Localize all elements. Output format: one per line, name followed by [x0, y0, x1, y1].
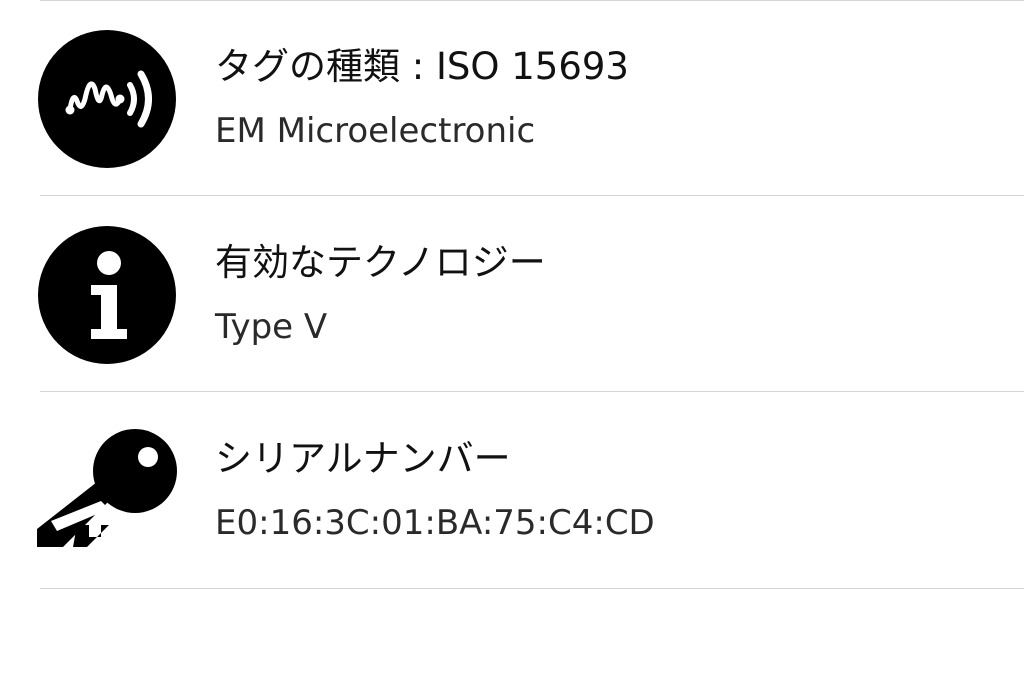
info-icon: [37, 225, 177, 365]
row-title: シリアルナンバー: [215, 437, 511, 480]
row-technology[interactable]: 有効なテクノロジー Type V: [0, 196, 1024, 391]
row-serial-number[interactable]: シリアルナンバー E0:16:3C:01:BA:75:C4:CD: [0, 392, 1024, 587]
nfc-wave-icon: [37, 29, 177, 169]
row-value: EM Microelectronic: [215, 111, 536, 151]
row-value: Type V: [215, 307, 328, 347]
divider: [40, 588, 1024, 589]
row-title: 有効なテクノロジー: [215, 241, 546, 284]
row-title: タグの種類 : ISO 15693: [215, 45, 629, 88]
key-icon: [37, 421, 177, 561]
row-tag-type[interactable]: タグの種類 : ISO 15693 EM Microelectronic: [0, 0, 1024, 195]
row-value: E0:16:3C:01:BA:75:C4:CD: [215, 503, 655, 543]
